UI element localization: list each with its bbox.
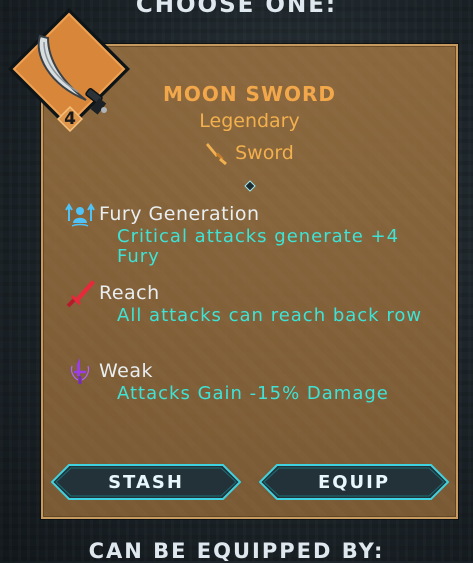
- stash-button-label: STASH: [108, 471, 184, 493]
- trait-description: Attacks Gain -15% Damage: [117, 383, 389, 404]
- stash-button[interactable]: STASH: [51, 464, 241, 500]
- trait-description: All attacks can reach back row: [117, 305, 423, 326]
- weak-icon: [63, 358, 97, 384]
- trait-reach: Reach All attacks can reach back row: [63, 280, 443, 326]
- equipped-by-heading: CAN BE EQUIPPED BY:: [88, 539, 385, 563]
- trait-name: Weak: [99, 360, 154, 382]
- trait-fury-generation: Fury Generation Critical attacks generat…: [63, 201, 443, 267]
- sword-type-icon: [206, 143, 228, 165]
- trait-description: Critical attacks generate +4 Fury: [117, 226, 400, 267]
- fury-generation-icon: [63, 201, 97, 227]
- item-type-label: Sword: [235, 142, 294, 164]
- trait-name: Reach: [99, 282, 160, 304]
- item-rarity: Legendary: [199, 110, 300, 132]
- section-divider: [160, 180, 340, 192]
- item-name: MOON SWORD: [162, 82, 337, 106]
- equip-button-label: EQUIP: [317, 471, 391, 493]
- reach-icon: [63, 280, 97, 308]
- trait-weak: Weak Attacks Gain -15% Damage: [63, 358, 443, 404]
- trait-name: Fury Generation: [99, 203, 260, 225]
- item-type: Sword: [41, 141, 458, 165]
- equip-button[interactable]: EQUIP: [259, 464, 449, 500]
